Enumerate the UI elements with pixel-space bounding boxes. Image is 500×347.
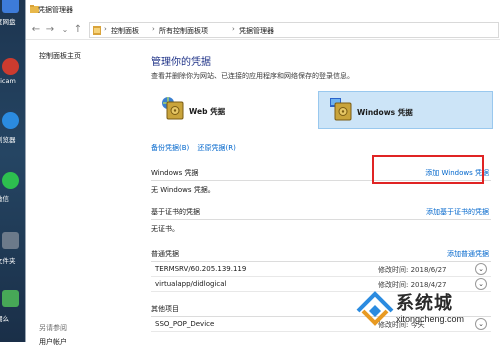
wechat-icon	[2, 172, 19, 189]
sidebar-see-also: 另请参阅	[39, 324, 67, 332]
forward-button[interactable]: →	[44, 23, 56, 37]
cloud-icon	[2, 0, 19, 13]
windows-vault-icon	[330, 98, 352, 121]
windows-credentials-empty: 无 Windows 凭据。	[151, 186, 215, 194]
certificate-credentials-empty: 无证书。	[151, 225, 179, 233]
watermark-logo-icon	[356, 291, 394, 326]
watermark-brand: 系统城	[396, 293, 453, 314]
desktop-icon-label: 微信	[0, 195, 9, 203]
windows-credentials-heading: Windows 凭据	[151, 169, 199, 177]
crumb-separator: ›	[104, 25, 107, 33]
path-box[interactable]: › 控制面板 › 所有控制面板项 › 凭据管理器	[89, 22, 499, 38]
other-items-heading: 其他项目	[151, 305, 179, 313]
backup-restore-links: 备份凭据(B) 还原凭据(R)	[151, 143, 242, 153]
sidebar: 控制面板主页 另请参阅 用户帐户	[26, 41, 136, 346]
add-generic-credential-link[interactable]: 添加普通凭据	[447, 249, 489, 259]
app-icon	[2, 290, 19, 307]
credential-name: TERMSRV/60.205.139.119	[155, 265, 247, 273]
credential-name: virtualapp/didlogical	[155, 280, 227, 288]
certificate-credentials-section: 基于证书的凭据 添加基于证书的凭据 无证书。	[151, 207, 500, 237]
certificate-credentials-heading: 基于证书的凭据	[151, 208, 200, 216]
browser-icon	[2, 112, 19, 129]
desktop-icon-label: dicam	[0, 77, 16, 85]
credential-name: SSO_POP_Device	[155, 320, 215, 328]
web-credentials-label: Web 凭据	[189, 107, 226, 116]
section-divider	[151, 219, 491, 220]
generic-credentials-heading: 普通凭据	[151, 250, 179, 258]
windows-credentials-tile[interactable]: Windows 凭据	[318, 91, 493, 129]
folder-icon	[2, 232, 19, 249]
page-title: 管理你的凭据	[151, 57, 211, 68]
back-button[interactable]: ←	[30, 23, 42, 37]
desktop-icon-label: 浏览器	[0, 136, 16, 144]
add-certificate-credential-link[interactable]: 添加基于证书的凭据	[426, 207, 489, 217]
credential-modified: 修改时间: 2018/6/27	[378, 266, 447, 274]
desktop-icon-label: 度网盘	[0, 18, 16, 26]
web-credentials-tile[interactable]: Web 凭据	[151, 91, 301, 129]
up-button[interactable]: ↑	[72, 23, 84, 37]
breadcrumb-credential-manager[interactable]: 凭据管理器	[239, 26, 274, 36]
windows-credentials-label: Windows 凭据	[357, 108, 413, 117]
breadcrumb-control-panel[interactable]: 控制面板	[111, 26, 139, 36]
web-vault-icon	[162, 97, 184, 120]
crumb-separator: ›	[232, 25, 235, 33]
control-panel-icon	[93, 26, 101, 35]
credential-row[interactable]: TERMSRV/60.205.139.119 修改时间: 2018/6/27 ⌄	[151, 263, 491, 277]
crumb-separator: ›	[152, 25, 155, 33]
address-bar: ← → ⌄ ↑ › 控制面板 › 所有控制面板项 › 凭据管理器	[26, 20, 500, 40]
recent-locations-button[interactable]: ⌄	[59, 23, 71, 37]
backup-credentials-link[interactable]: 备份凭据(B)	[151, 144, 189, 152]
restore-credentials-link[interactable]: 还原凭据(R)	[198, 144, 236, 152]
desktop-strip: 度网盘 dicam 浏览器 微信 文件夹 潮么	[0, 0, 25, 342]
page-subtitle: 查看并删除你为网站、已连接的应用程序和网络保存的登录信息。	[151, 72, 354, 80]
breadcrumb-all-items[interactable]: 所有控制面板项	[159, 26, 208, 36]
sidebar-home-link[interactable]: 控制面板主页	[39, 51, 81, 61]
sidebar-user-accounts-link[interactable]: 用户帐户	[39, 337, 67, 347]
title-bar: 凭据管理器	[26, 0, 500, 18]
annotation-highlight-box	[372, 155, 484, 184]
window-title: 凭据管理器	[38, 6, 73, 14]
watermark: 系统城 xitongcheng.com	[352, 283, 498, 340]
desktop-icon-label: 文件夹	[0, 257, 16, 265]
desktop-icon-label: 潮么	[0, 315, 9, 323]
section-divider	[151, 261, 491, 262]
watermark-url: xitongcheng.com	[396, 314, 465, 324]
expand-chevron-icon[interactable]: ⌄	[475, 263, 487, 275]
camera-icon	[2, 58, 19, 75]
